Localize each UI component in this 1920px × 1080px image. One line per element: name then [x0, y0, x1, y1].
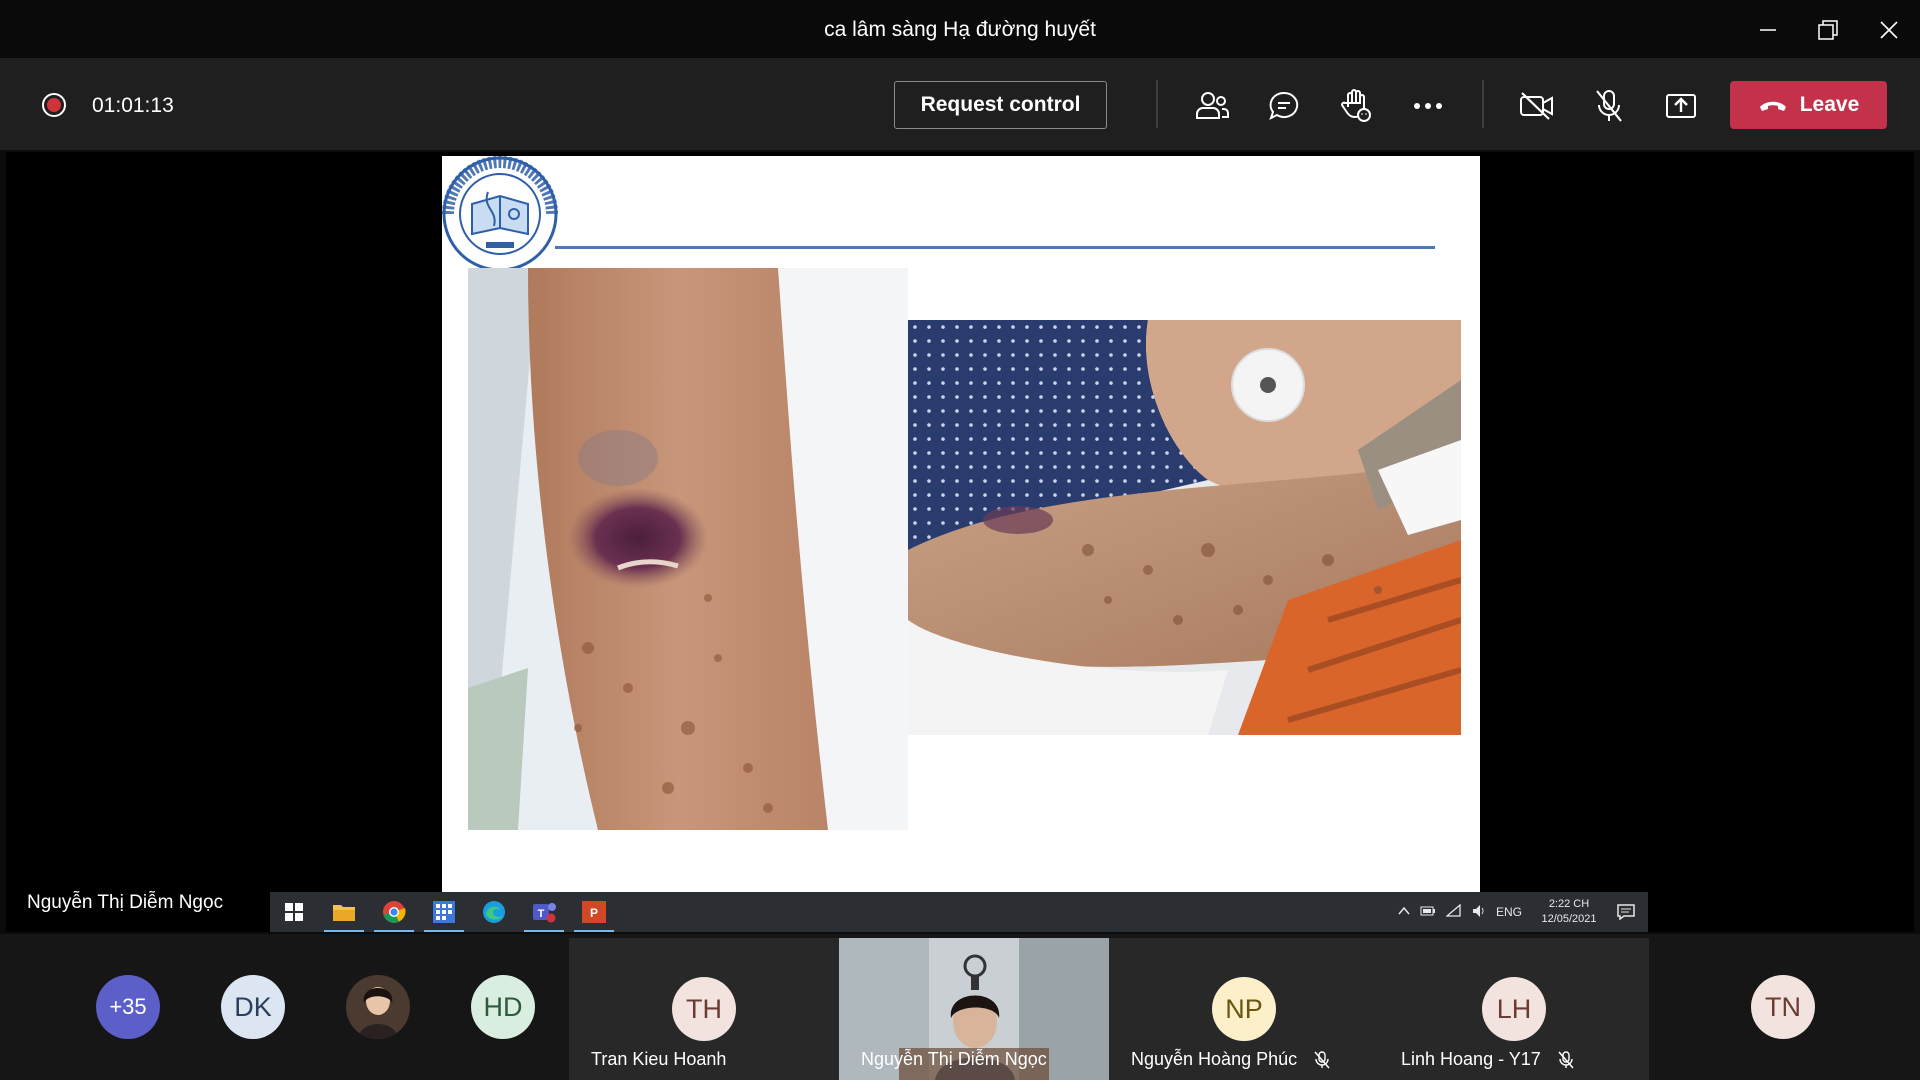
svg-text:T: T [538, 908, 545, 920]
recording-timer: 01:01:13 [92, 94, 174, 117]
toolbar-divider [1156, 80, 1158, 128]
hang-up-icon [1759, 101, 1786, 111]
participant-avatar[interactable]: TN [1751, 975, 1815, 1039]
participant-name-row: Linh Hoang - Y17 [1401, 1049, 1574, 1070]
shared-windows-taskbar: T P ENG 2:22 CH 12/05/2021 [270, 892, 1648, 932]
raise-hand-icon [1341, 89, 1371, 122]
presenter-name-label: Nguyễn Thị Diễm Ngọc [27, 892, 224, 913]
file-explorer-icon [324, 898, 364, 932]
tray-chevron-up-icon [1398, 906, 1410, 915]
chat-button[interactable] [1262, 84, 1306, 128]
edge-browser-icon [480, 898, 508, 926]
share-screen-button[interactable] [1659, 84, 1703, 128]
participant-tile[interactable]: NP Nguyễn Hoàng Phúc [1109, 938, 1379, 1080]
calculator-app-icon [424, 898, 464, 932]
share-screen-icon [1666, 94, 1696, 118]
participant-avatar[interactable]: DK [221, 975, 285, 1039]
recording-icon [42, 93, 66, 117]
teams-icon: T [524, 898, 564, 932]
participant-video-tile[interactable]: Nguyễn Thị Diễm Ngọc [839, 938, 1109, 1080]
university-seal-logo [442, 156, 558, 272]
taskbar-clock: 2:22 CH 12/05/2021 [1534, 897, 1604, 927]
reactions-button[interactable] [1334, 84, 1378, 128]
participant-avatar[interactable]: HD [471, 975, 535, 1039]
request-control-button[interactable]: Request control [894, 81, 1107, 129]
participant-avatar: LH [1482, 977, 1546, 1041]
minimize-icon [1760, 29, 1776, 31]
participant-name: Nguyễn Hoàng Phúc [1131, 1049, 1298, 1069]
camera-toggle-button[interactable] [1515, 84, 1559, 128]
close-button[interactable] [1865, 10, 1913, 50]
leave-label: Leave [1799, 93, 1860, 116]
input-language-indicator: ENG [1496, 905, 1523, 919]
arm-ecg-electrode-photo [908, 320, 1461, 735]
window-title: ca lâm sàng Hạ đường huyết [824, 18, 1096, 41]
participant-name: Linh Hoang - Y17 [1401, 1049, 1541, 1069]
participant-tile[interactable]: TH Tran Kieu Hoanh [569, 938, 839, 1080]
close-icon [1880, 21, 1898, 39]
camera-off-icon [1520, 92, 1553, 120]
system-tray [1398, 904, 1486, 918]
participant-photo-avatar[interactable] [346, 975, 410, 1039]
participant-avatar: NP [1212, 977, 1276, 1041]
more-icon [1414, 103, 1442, 109]
taskbar-date: 12/05/2021 [1541, 913, 1597, 925]
participant-name-row: Nguyễn Hoàng Phúc [1131, 1049, 1330, 1070]
leave-button[interactable]: Leave [1730, 81, 1887, 129]
minimize-button[interactable] [1744, 10, 1792, 50]
participant-avatar: TH [672, 977, 736, 1041]
mic-off-icon [1596, 90, 1622, 122]
more-options-button[interactable] [1406, 84, 1450, 128]
title-bar: ca lâm sàng Hạ đường huyết [0, 0, 1920, 58]
notification-center-icon [1612, 898, 1640, 926]
restore-icon [1818, 20, 1838, 40]
chat-icon [1269, 91, 1299, 120]
forearm-bruise-photo [468, 268, 908, 830]
people-icon [1196, 92, 1229, 119]
participant-name: Tran Kieu Hoanh [591, 1049, 727, 1069]
participant-tile[interactable]: LH Linh Hoang - Y17 [1379, 938, 1649, 1080]
slide-header-rule [555, 246, 1435, 249]
chrome-icon [374, 898, 414, 932]
windows-start-icon [280, 898, 308, 926]
participant-name: Nguyễn Thị Diễm Ngọc [861, 1049, 1047, 1069]
volume-icon [1473, 905, 1484, 917]
presentation-slide [442, 156, 1480, 892]
participants-button[interactable] [1190, 84, 1234, 128]
toolbar-divider [1482, 80, 1484, 128]
restore-button[interactable] [1804, 10, 1852, 50]
battery-icon [1420, 906, 1435, 916]
powerpoint-icon: P [574, 898, 614, 932]
taskbar-time: 2:22 CH [1548, 898, 1590, 910]
muted-mic-icon [1314, 1051, 1330, 1069]
wifi-icon [1446, 904, 1461, 917]
participants-strip: +35 DK HD TH Tran Kieu Hoanh Nguyễn Thị … [0, 934, 1920, 1080]
profile-photo [346, 975, 410, 1039]
more-participants-badge[interactable]: +35 [96, 975, 160, 1039]
meeting-toolbar: 01:01:13 Request control Leave [0, 58, 1920, 150]
microphone-toggle-button[interactable] [1587, 84, 1631, 128]
svg-text:P: P [590, 906, 598, 920]
muted-mic-icon [1558, 1051, 1574, 1069]
